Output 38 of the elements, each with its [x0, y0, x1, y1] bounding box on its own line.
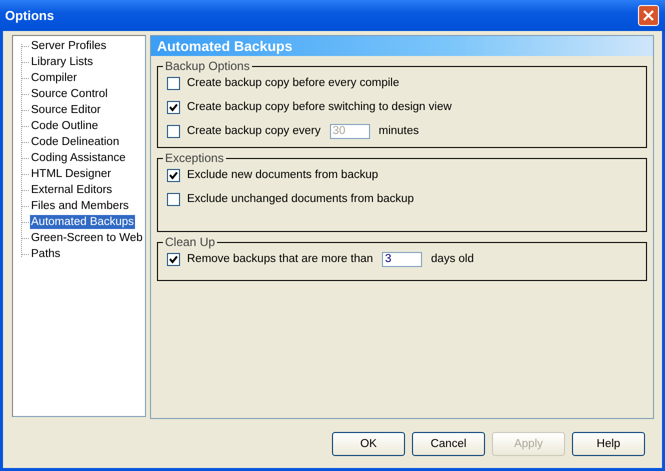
- tree-item[interactable]: External Editors: [30, 183, 114, 197]
- checkbox[interactable]: [167, 168, 180, 182]
- dialog-button[interactable]: OK: [332, 432, 405, 456]
- checkbox-label: Create backup copy before every compile: [187, 77, 400, 89]
- group-title: Exceptions: [163, 151, 226, 165]
- input-field[interactable]: 3: [382, 252, 422, 266]
- tree-item[interactable]: Paths: [30, 247, 62, 261]
- tree-item[interactable]: Library Lists: [30, 55, 94, 69]
- unit-label: minutes: [378, 125, 419, 137]
- tree-item[interactable]: Code Outline: [30, 119, 100, 133]
- checkbox-label: Remove backups that are more than: [187, 253, 374, 265]
- group-title: Backup Options: [163, 59, 252, 73]
- tree-item[interactable]: Source Editor: [30, 103, 102, 117]
- window-title: Options: [5, 8, 54, 23]
- checkbox-label: Exclude unchanged documents from backup: [187, 193, 414, 205]
- checkbox[interactable]: [167, 192, 180, 206]
- tree-item[interactable]: Automated Backups: [30, 215, 135, 229]
- checkbox[interactable]: [167, 100, 180, 114]
- close-icon: [642, 9, 655, 22]
- close-button[interactable]: [638, 5, 659, 26]
- tree-item[interactable]: Compiler: [30, 71, 78, 85]
- dialog-button[interactable]: Cancel: [412, 432, 485, 456]
- checkbox-label: Exclude new documents from backup: [187, 169, 378, 181]
- tree-item[interactable]: Source Control: [30, 87, 109, 101]
- panel-header: Automated Backups: [151, 36, 653, 56]
- tree-item[interactable]: Code Delineation: [30, 135, 120, 149]
- tree-item[interactable]: Coding Assistance: [30, 151, 127, 165]
- tree-item[interactable]: Files and Members: [30, 199, 130, 213]
- dialog-button[interactable]: Help: [572, 432, 645, 456]
- tree-item[interactable]: Server Profiles: [30, 39, 108, 53]
- tree-item[interactable]: Green-Screen to Web: [30, 231, 144, 245]
- group-title: Clean Up: [163, 235, 218, 249]
- checkbox[interactable]: [167, 252, 180, 266]
- tree-item[interactable]: HTML Designer: [30, 167, 112, 181]
- checkbox-label: Create backup copy every: [187, 125, 321, 137]
- checkbox-label: Create backup copy before switching to design view: [187, 101, 452, 113]
- checkbox[interactable]: [167, 76, 180, 90]
- unit-label: days old: [431, 253, 474, 265]
